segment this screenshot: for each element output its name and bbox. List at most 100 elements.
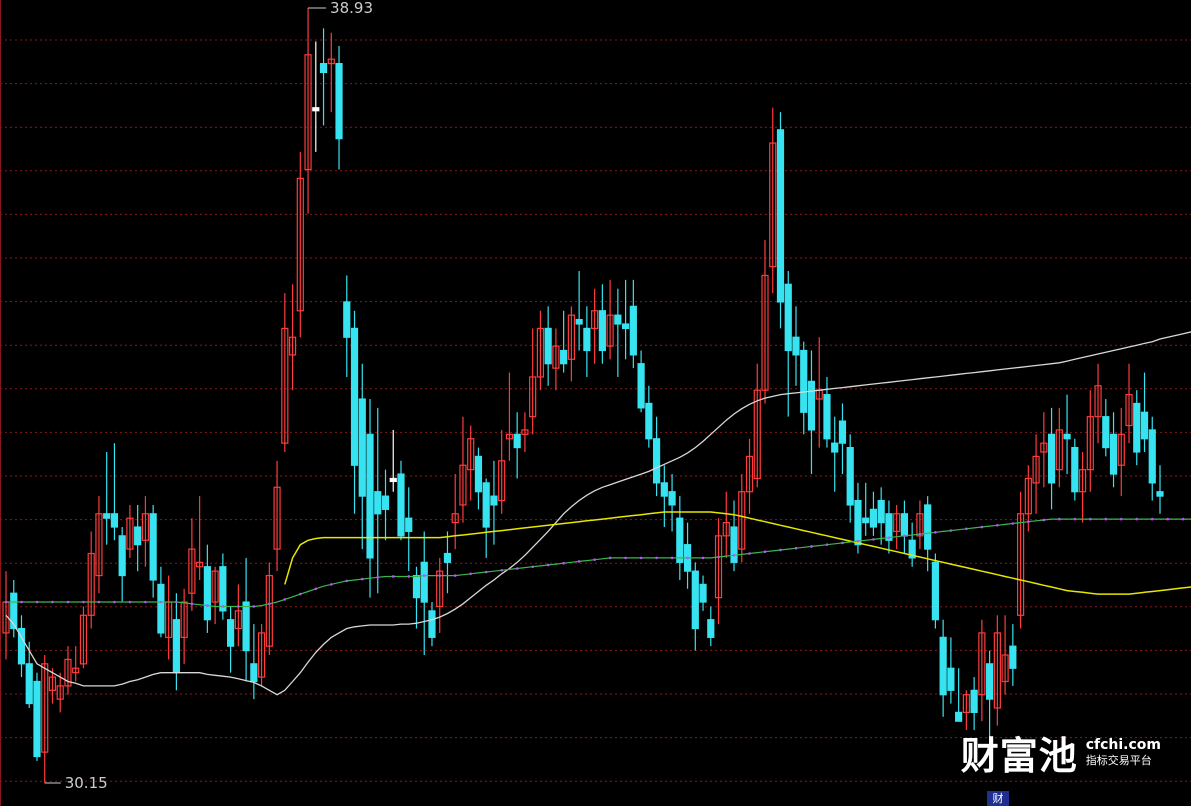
ma-dot	[113, 600, 116, 604]
candle-body	[1148, 429, 1156, 484]
high-price-label: 38.93	[330, 0, 373, 17]
ma-dot	[329, 583, 333, 586]
candle-body	[621, 323, 630, 330]
ma-dot	[82, 600, 85, 604]
candle-body	[854, 499, 862, 546]
candle-body	[924, 504, 932, 550]
candle-body	[1047, 433, 1056, 484]
candle-body	[1156, 491, 1164, 497]
candle-body	[250, 663, 258, 683]
candle-body	[134, 526, 142, 546]
candle-body	[118, 535, 126, 577]
candle-body	[560, 349, 568, 365]
ma-dot	[453, 574, 457, 577]
candle-body	[838, 420, 847, 444]
candlestick-chart: 38.93 30.15	[0, 0, 1191, 806]
candle-body	[110, 513, 119, 528]
candle-body	[544, 327, 552, 365]
candle-body	[397, 473, 405, 537]
ma-dot	[593, 558, 596, 561]
ma-dot	[701, 556, 705, 560]
candle-body	[420, 561, 428, 603]
candle-body	[374, 491, 382, 515]
candle-body	[474, 455, 483, 493]
info-flag[interactable]: 财	[987, 791, 1009, 806]
candle-body	[699, 583, 707, 603]
ma-dot	[1088, 517, 1092, 521]
candle-body	[335, 63, 343, 140]
ma-dot	[825, 543, 829, 546]
candle-body	[877, 499, 885, 524]
watermark-domain: cfchi.com	[1085, 736, 1161, 753]
candle-body	[614, 314, 622, 325]
ma-dot	[872, 538, 875, 541]
candle-body	[1009, 645, 1017, 669]
candle-body	[652, 438, 661, 484]
candle-body	[598, 310, 606, 352]
ma-dot	[996, 523, 999, 527]
ma-dot	[1135, 517, 1139, 521]
ma-dot	[299, 592, 302, 596]
ma-dot	[779, 548, 782, 552]
candle-body	[846, 446, 854, 506]
candle-body	[25, 663, 33, 705]
candle-body	[784, 283, 792, 352]
ma-dot	[732, 553, 736, 557]
candle-body	[807, 380, 816, 431]
ma-dot	[1073, 517, 1077, 521]
candle-body	[1063, 433, 1071, 440]
candle-body	[637, 363, 645, 409]
candle-body	[412, 574, 421, 599]
ma-dot	[1181, 517, 1185, 521]
candle-body	[691, 570, 699, 630]
ma-dot	[4, 600, 8, 604]
ma-dot	[515, 567, 519, 570]
ma-dot	[422, 574, 426, 577]
candle-body	[676, 517, 684, 563]
candle-body	[219, 566, 227, 612]
candle-body	[172, 619, 180, 674]
ma-dot	[237, 605, 240, 608]
ma-dot	[841, 541, 844, 545]
ma-dot	[376, 576, 380, 579]
ma-dot	[887, 536, 891, 539]
candle-body	[350, 327, 359, 466]
candle-body	[931, 561, 939, 621]
candle-body	[381, 495, 390, 510]
candle-body	[823, 394, 831, 440]
ma-dot	[918, 532, 922, 536]
candle-body	[513, 433, 521, 449]
ma-dot	[268, 602, 271, 606]
ma-dot	[1166, 517, 1170, 521]
ma-dot	[639, 556, 643, 560]
candle-body	[668, 491, 676, 506]
candle-body	[660, 482, 668, 497]
ma-dot	[763, 550, 767, 554]
candle-body	[343, 301, 351, 338]
candle-body	[366, 433, 374, 559]
ma-dot	[283, 598, 287, 601]
ma-dot	[794, 546, 798, 550]
candle-body	[405, 517, 413, 533]
candle-body	[1102, 416, 1110, 449]
candle-body	[645, 402, 653, 440]
ma-dot	[1058, 517, 1061, 521]
ma-dot	[175, 600, 178, 604]
ma-dot	[128, 600, 132, 604]
candle-body	[629, 305, 637, 356]
watermark-logo: 财富池 cfchi.com 指标交易平台	[961, 725, 1161, 780]
ma-dot	[546, 563, 550, 567]
ma-dot	[1104, 517, 1108, 521]
ma-dot	[903, 534, 906, 538]
ma-dot	[407, 575, 411, 578]
watermark-cn: 财富池	[960, 734, 1078, 778]
candle-body	[707, 619, 715, 638]
candle-body	[970, 689, 978, 713]
ma-dot	[1150, 517, 1154, 521]
candle-body	[730, 526, 738, 563]
candle-body	[443, 552, 452, 563]
ma-dot	[1119, 517, 1123, 521]
ma-dot	[686, 556, 689, 560]
candle-body	[583, 327, 591, 352]
ma-dot	[314, 587, 318, 591]
